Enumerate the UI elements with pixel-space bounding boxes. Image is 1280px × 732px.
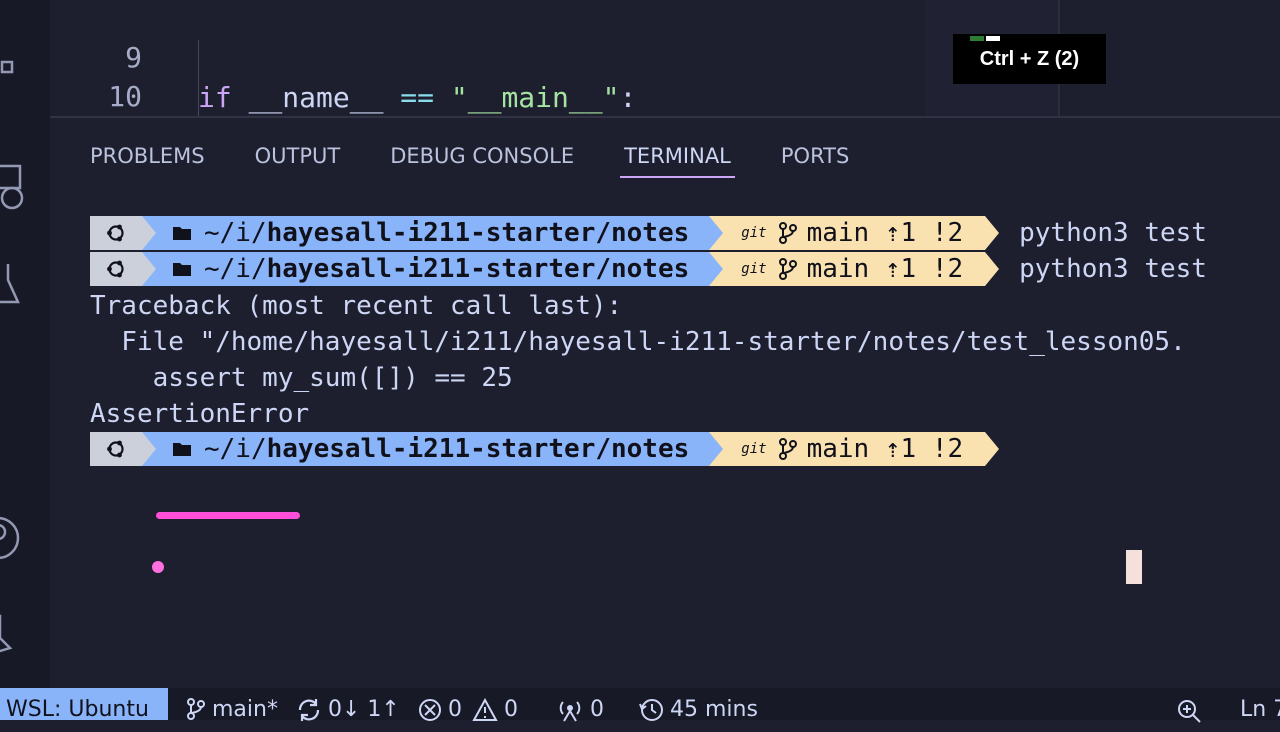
status-cursor-position[interactable]: Ln 7 bbox=[1240, 688, 1280, 722]
prompt-git: git main ⇡1 !2 bbox=[709, 432, 999, 466]
traceback-code-line: assert my_sum([]) == 25 bbox=[90, 363, 513, 393]
branch-name: main bbox=[806, 254, 870, 284]
traceback-file-line: File "/home/hayesall/i211/hayesall-i211-… bbox=[90, 327, 1186, 357]
modified-count: !2 bbox=[931, 254, 964, 284]
status-zoom[interactable] bbox=[1176, 688, 1208, 723]
path-bold: hayesall-i211-starter/notes bbox=[266, 218, 690, 248]
branch-name: main bbox=[806, 434, 870, 464]
status-ports[interactable]: 0 bbox=[556, 688, 604, 722]
status-branch-label: main* bbox=[212, 697, 278, 722]
path-prefix: ~/i/ bbox=[204, 254, 267, 284]
terminal-prompt: ~/i/hayesall-i211-starter/notes git main… bbox=[90, 432, 999, 466]
tab-ports[interactable]: PORTS bbox=[781, 142, 849, 182]
overlay-indicator bbox=[986, 36, 1000, 41]
status-time-label: 45 mins bbox=[670, 697, 758, 722]
prompt-git: git main ⇡1 !2 bbox=[709, 216, 999, 250]
status-problems[interactable]: 0 0 bbox=[418, 688, 518, 722]
terminal-prompt: ~/i/hayesall-i211-starter/notes git main… bbox=[90, 252, 1207, 286]
error-line: AssertionError bbox=[90, 399, 310, 429]
branch-icon bbox=[778, 438, 797, 460]
branch-icon bbox=[187, 698, 205, 720]
status-time[interactable]: 45 mins bbox=[638, 688, 758, 722]
terminal-cursor bbox=[1126, 550, 1142, 584]
shortcut-overlay: Ctrl + Z (2) bbox=[953, 34, 1106, 84]
ubuntu-icon bbox=[90, 216, 142, 250]
status-warnings-count: 0 bbox=[504, 697, 518, 722]
remote-indicator[interactable]: WSL: Ubuntu bbox=[0, 688, 168, 722]
branch-name: main bbox=[806, 218, 870, 248]
terminal-command: python3 test bbox=[1019, 218, 1207, 248]
extensions-icon[interactable] bbox=[0, 58, 24, 94]
remote-explorer-icon[interactable] bbox=[0, 164, 24, 216]
folder-icon bbox=[173, 263, 191, 276]
branch-icon bbox=[778, 222, 797, 244]
terminal-prompt: ~/i/hayesall-i211-starter/notes git main… bbox=[90, 216, 1207, 250]
ubuntu-icon bbox=[90, 252, 142, 286]
path-prefix: ~/i/ bbox=[204, 434, 267, 464]
zoom-icon bbox=[1178, 700, 1201, 723]
terminal-view[interactable]: ~/i/hayesall-i211-starter/notes git main… bbox=[90, 214, 1280, 674]
modified-count: !2 bbox=[931, 434, 964, 464]
traceback-line: Traceback (most recent call last): bbox=[90, 291, 623, 321]
testing-icon[interactable] bbox=[0, 262, 24, 308]
ahead-count: ⇡1 bbox=[884, 434, 917, 464]
status-branch[interactable]: main* bbox=[186, 688, 278, 722]
history-icon bbox=[639, 699, 663, 721]
path-prefix: ~/i/ bbox=[204, 218, 267, 248]
status-errors-count: 0 bbox=[448, 697, 462, 722]
prompt-path: ~/i/hayesall-i211-starter/notes bbox=[142, 216, 710, 250]
sync-icon bbox=[298, 699, 320, 721]
prompt-path: ~/i/hayesall-i211-starter/notes bbox=[142, 252, 710, 286]
prompt-path: ~/i/hayesall-i211-starter/notes bbox=[142, 432, 710, 466]
warning-icon bbox=[472, 698, 498, 721]
path-bold: hayesall-i211-starter/notes bbox=[266, 254, 690, 284]
status-ports-count: 0 bbox=[590, 697, 604, 722]
tab-debug-console[interactable]: DEBUG CONSOLE bbox=[390, 142, 574, 182]
ahead-count: ⇡1 bbox=[884, 254, 917, 284]
tab-problems[interactable]: PROBLEMS bbox=[90, 142, 205, 182]
code-line-9: 9 if __name__ == "__main__": bbox=[50, 0, 1280, 114]
pen-annotation-underline bbox=[156, 512, 300, 519]
pen-annotation-dot bbox=[152, 561, 164, 573]
panel-tabs: PROBLEMS OUTPUT DEBUG CONSOLE TERMINAL P… bbox=[90, 142, 899, 182]
path-bold: hayesall-i211-starter/notes bbox=[266, 434, 690, 464]
bottom-panel: PROBLEMS OUTPUT DEBUG CONSOLE TERMINAL P… bbox=[50, 116, 1280, 690]
terminal-command: python3 test bbox=[1019, 254, 1207, 284]
shortcut-text: Ctrl + Z (2) bbox=[979, 47, 1080, 70]
git-label: git bbox=[741, 225, 767, 241]
overlay-indicator bbox=[970, 36, 984, 41]
git-label: git bbox=[741, 261, 767, 277]
status-bar: WSL: Ubuntu main* 0↓ 1↑ 0 0 0 45 mins Ln… bbox=[0, 688, 1280, 723]
modified-count: !2 bbox=[931, 218, 964, 248]
branch-icon bbox=[778, 258, 797, 280]
settings-icon[interactable] bbox=[0, 612, 24, 658]
folder-icon bbox=[173, 227, 191, 240]
tab-output[interactable]: OUTPUT bbox=[255, 142, 341, 182]
git-label: git bbox=[741, 441, 767, 457]
tab-terminal[interactable]: TERMINAL bbox=[620, 142, 735, 182]
folder-icon bbox=[173, 443, 191, 456]
ubuntu-icon bbox=[90, 432, 142, 466]
broadcast-icon bbox=[559, 701, 581, 722]
status-sync-label: 0↓ 1↑ bbox=[328, 697, 400, 722]
activity-bar bbox=[0, 0, 50, 688]
error-icon bbox=[419, 699, 441, 721]
ahead-count: ⇡1 bbox=[884, 218, 917, 248]
status-sync[interactable]: 0↓ 1↑ bbox=[296, 688, 400, 722]
prompt-git: git main ⇡1 !2 bbox=[709, 252, 999, 286]
account-icon[interactable] bbox=[0, 512, 24, 564]
